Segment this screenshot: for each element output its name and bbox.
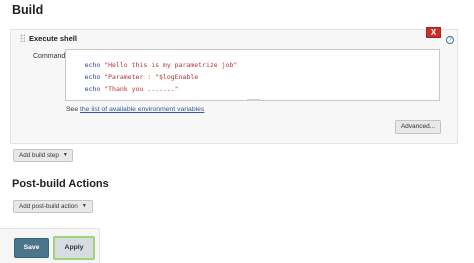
add-post-build-label: Add post-build action — [19, 203, 78, 211]
post-build-heading: Post-build Actions — [12, 178, 109, 190]
add-post-build-action-button[interactable]: Add post-build action ▼ — [13, 200, 93, 213]
apply-button[interactable]: Apply — [53, 236, 95, 260]
help-icon[interactable]: ? — [446, 36, 454, 44]
advanced-button[interactable]: Advanced... — [395, 120, 441, 134]
delete-step-button[interactable]: X — [426, 27, 441, 38]
env-vars-hint: See the list of available environment va… — [66, 106, 204, 113]
dropdown-caret-icon: ▼ — [81, 203, 87, 209]
code-keyword: echo — [84, 85, 101, 93]
drag-handle-icon[interactable] — [20, 34, 25, 42]
dropdown-caret-icon: ▼ — [62, 152, 68, 158]
command-label: Command — [33, 53, 66, 60]
code-line: echo "Thank you ......." — [69, 77, 179, 101]
save-button[interactable]: Save — [14, 238, 49, 258]
add-build-step-label: Add build step — [19, 152, 59, 160]
see-prefix: See — [66, 106, 80, 113]
code-text: "Thank you ......." — [104, 85, 179, 93]
command-textarea[interactable]: echo "Hello this is my parametrize job" … — [65, 49, 440, 101]
env-vars-link[interactable]: the list of available environment variab… — [80, 106, 204, 113]
build-heading: Build — [12, 3, 44, 17]
step-title: Execute shell — [29, 34, 77, 43]
textarea-resize-handle[interactable] — [247, 99, 260, 101]
add-build-step-button[interactable]: Add build step ▼ — [13, 149, 73, 162]
